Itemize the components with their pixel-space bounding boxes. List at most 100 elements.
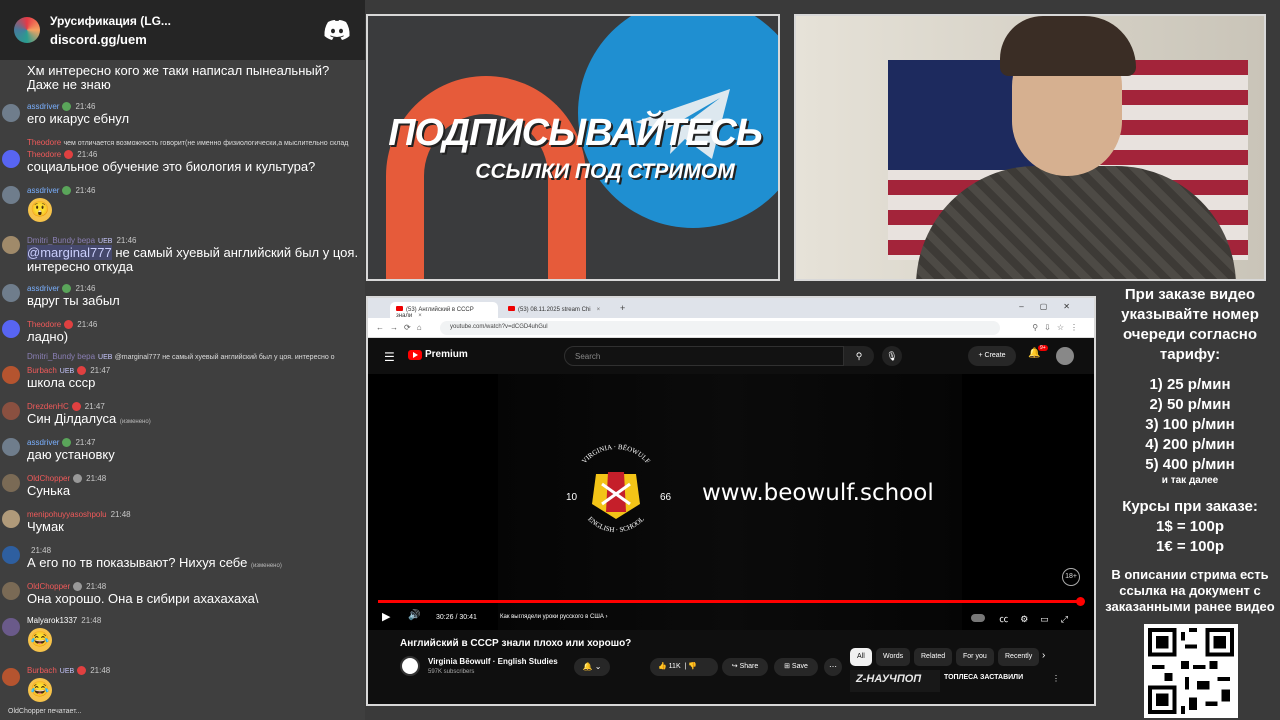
autoplay-toggle[interactable] (970, 614, 985, 622)
search-input[interactable]: Search (564, 346, 844, 366)
reply-text: @marginal777 не самый хуевый английский … (114, 354, 335, 361)
username[interactable]: Theodore (27, 320, 61, 329)
emoji-joy-icon: 😂 (28, 628, 52, 652)
server-invite-link[interactable]: discord.gg/uem (50, 32, 323, 47)
close-tab-icon[interactable]: × (597, 307, 601, 313)
username[interactable]: Malyarok1337 (27, 616, 77, 625)
create-button[interactable]: + Create (968, 346, 1016, 366)
username[interactable]: Burbach (27, 666, 57, 675)
avatar[interactable] (2, 618, 20, 636)
timestamp: 21:48 (86, 582, 107, 591)
chip-recently[interactable]: Recently (998, 648, 1040, 666)
message-text: вдруг ты забыл (27, 293, 120, 308)
message-text: Син Ділдалуса (изменено) (27, 411, 151, 426)
avatar[interactable] (2, 236, 20, 254)
role-tag: UEB (98, 354, 113, 361)
play-icon[interactable]: ▶ (382, 610, 390, 623)
avatar[interactable] (2, 668, 20, 686)
progress-bar[interactable] (378, 597, 1085, 606)
scrubber-handle[interactable] (1075, 597, 1085, 606)
username[interactable]: assdriver (27, 438, 59, 447)
username[interactable]: Theodore (27, 150, 61, 159)
youtube-logo[interactable]: Premium (408, 349, 468, 360)
tariff-list: 1) 25 р/мин 2) 50 р/мин 3) 100 р/мин 4) … (1100, 375, 1280, 475)
new-tab-button[interactable]: + (620, 303, 625, 313)
avatar[interactable] (2, 582, 20, 600)
emblem-year-left: 10 (566, 492, 578, 503)
browser-tab-active[interactable]: (53) Английский в СССР знали × (390, 302, 498, 319)
username[interactable]: Theodore (27, 138, 61, 147)
nav-buttons[interactable]: ←→⟳⌂ (376, 323, 428, 332)
url-field[interactable]: youtube.com/watch?v=dCGD4uhGul (440, 321, 1000, 335)
username[interactable]: Dmitri_Bundy bepa (27, 352, 95, 361)
chip-words[interactable]: Words (876, 648, 911, 666)
username[interactable]: DrezdenHC (27, 402, 69, 411)
avatar[interactable] (2, 474, 20, 492)
webcam-feed (794, 14, 1266, 281)
youtube-favicon-icon (396, 306, 403, 311)
username[interactable]: Burbach (27, 366, 57, 375)
username[interactable]: OldChopper (27, 474, 70, 483)
username[interactable]: assdriver (27, 102, 59, 111)
search-button[interactable]: ⚲ (844, 346, 874, 366)
chip-for-you[interactable]: For you (956, 648, 994, 666)
order-info-panel: При заказе видео указывайте номер очеред… (1100, 285, 1280, 625)
chapter-title[interactable]: Как выглядели уроки русского в США › (500, 614, 608, 620)
username[interactable]: assdriver (27, 284, 59, 293)
avatar[interactable] (2, 150, 20, 168)
window-controls[interactable]: –▢✕ (1019, 302, 1086, 311)
message-text: Чумак (27, 519, 64, 534)
discord-chat-panel: Урусификация (LG... discord.gg/uem Хм ин… (0, 0, 365, 720)
like-button[interactable]: 👍 11K | 👎 (650, 658, 718, 676)
channel-avatar[interactable] (400, 656, 420, 676)
avatar[interactable] (2, 366, 20, 384)
avatar[interactable] (2, 510, 20, 528)
username[interactable]: menipohuyyasoshpolu (27, 510, 107, 519)
recommended-thumbnail[interactable]: Z-НАУЧПОП (850, 670, 940, 692)
order-instructions: При заказе видео указывайте номер очеред… (1121, 286, 1259, 363)
recommended-more-icon[interactable]: ⋮ (1052, 674, 1060, 683)
subscriber-count: 597K subscribers (428, 669, 475, 675)
age-rating-badge: 18+ (1062, 568, 1080, 586)
extension-icons[interactable]: ⚲⇩☆⋮ (1032, 323, 1084, 332)
school-url-overlay: www.beowulf.school (702, 480, 934, 506)
avatar[interactable] (2, 186, 20, 204)
youtube-favicon-icon (508, 306, 515, 311)
video-player[interactable]: VIRGINIA · BĒOWULF ENGLISH · SCHOOL 10 6… (368, 374, 1094, 630)
browser-tab[interactable]: (53) 08.11.2025 stream Chi × (502, 302, 612, 318)
avatar[interactable] (2, 284, 20, 302)
share-button[interactable]: ↪ Share (722, 658, 768, 676)
beowulf-emblem-icon: VIRGINIA · BĒOWULF ENGLISH · SCHOOL (580, 443, 651, 534)
chip-all[interactable]: All (850, 648, 872, 666)
avatar[interactable] (2, 104, 20, 122)
volume-icon[interactable]: 🔊 (408, 610, 420, 621)
avatar[interactable] (2, 320, 20, 338)
course-rate: 1$ = 100р (1156, 518, 1224, 535)
avatar[interactable] (2, 438, 20, 456)
username[interactable]: Dmitri_Bundy bepa (27, 236, 95, 245)
username[interactable]: OldChopper (27, 582, 70, 591)
message-text: его икарус ебнул (27, 111, 130, 126)
timestamp: 21:46 (77, 320, 98, 329)
more-actions-button[interactable]: ⋯ (824, 658, 842, 676)
tariff-note: и так далее (1161, 475, 1219, 486)
avatar[interactable] (2, 402, 20, 420)
chip-related[interactable]: Related (914, 648, 953, 666)
message-text: А его по тв показывают? Нихуя себе (изме… (27, 555, 282, 570)
voice-search-icon[interactable]: 🎙 (882, 346, 902, 366)
subscribed-bell-button[interactable]: 🔔 ⌄ (574, 658, 610, 676)
account-avatar[interactable] (1056, 347, 1074, 365)
avatar[interactable] (2, 546, 20, 564)
chevron-right-icon[interactable]: › (1042, 650, 1045, 661)
player-settings-icons[interactable]: ㏄⚙▭⤢ (970, 612, 1080, 625)
message-text: социальное обучение это биология и культ… (27, 159, 316, 174)
save-button[interactable]: ⊞ Save (774, 658, 818, 676)
hamburger-menu-icon[interactable]: ☰ (384, 350, 395, 364)
time-display: 30:26 / 30:41 (436, 614, 477, 621)
message-text: Сунька (27, 483, 71, 498)
emblem-top-text: VIRGINIA · BĒOWULF (580, 443, 651, 465)
user-mention[interactable]: @marginal777 (27, 245, 112, 260)
username[interactable]: assdriver (27, 186, 59, 195)
recommended-title[interactable]: ТОПЛЕСА ЗАСТАВИЛИ (944, 674, 1023, 681)
channel-name[interactable]: Virginia Bēowulf · English Studies (428, 657, 558, 666)
